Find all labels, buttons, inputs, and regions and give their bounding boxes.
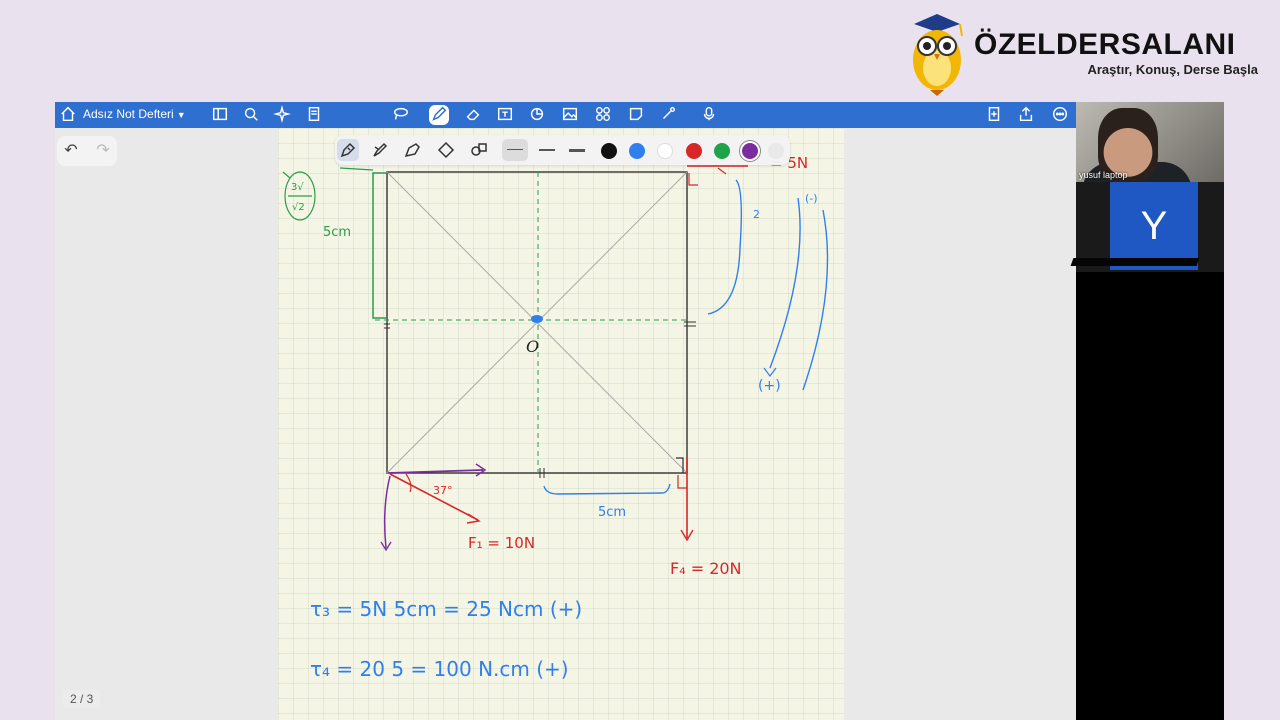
laser-pointer-icon[interactable] [658, 105, 678, 125]
add-page-icon[interactable] [984, 105, 1004, 125]
force-f4-label: F₄ = 20N [670, 559, 742, 578]
eraser-icon[interactable] [463, 105, 483, 125]
color-swatch-light-gray[interactable] [768, 143, 784, 159]
fountain-pen-icon[interactable] [337, 139, 359, 161]
point-label: O [526, 337, 539, 356]
page-indicator: 2 / 3 [63, 690, 101, 708]
stroke-width-medium-button[interactable] [539, 149, 555, 151]
document-icon[interactable] [304, 105, 324, 125]
search-icon[interactable] [241, 105, 261, 125]
share-icon[interactable] [1016, 105, 1036, 125]
note-page[interactable]: O 37° F₁ = 10N F₄ = 20N = 5N 3√ √2 5cm 5… [278, 128, 844, 720]
force-f1-label: F₁ = 10N [468, 534, 535, 552]
sparkle-icon[interactable] [272, 104, 292, 125]
text-tool-icon[interactable] [495, 105, 515, 125]
pen-tool-icon[interactable] [429, 105, 449, 125]
elements-icon[interactable] [593, 105, 613, 125]
owl-mascot-icon [913, 14, 963, 96]
sticky-note-icon[interactable] [626, 105, 646, 125]
image-icon[interactable] [560, 105, 580, 125]
undo-redo-group: ↶ ↷ [57, 136, 117, 166]
center-point [531, 315, 543, 323]
lasso-icon[interactable] [391, 105, 411, 125]
brand-logo: ÖZELDERSALANI Araştır, Konuş, Derse Başl… [900, 8, 1270, 100]
handwritten-sketch: O 37° F₁ = 10N F₄ = 20N = 5N 3√ √2 5cm 5… [282, 154, 829, 681]
ballpoint-pen-icon[interactable] [369, 139, 391, 161]
avatar-initial: Y [1110, 182, 1198, 270]
more-options-icon[interactable] [1050, 105, 1070, 125]
color-swatch-green[interactable] [714, 143, 730, 159]
notebook-title: Adsız Not Defteri [83, 107, 174, 121]
color-swatch-purple[interactable] [742, 143, 758, 159]
notebook-app: Adsız Not Defteri ▼ ↶ ↷ O 37° F₁ = 10N F… [55, 102, 1076, 720]
chevron-down-icon: ▼ [176, 110, 186, 120]
color-swatch-white[interactable] [657, 143, 673, 159]
plus-sign-label: (+) [758, 378, 781, 394]
torque-equation-4: τ₄ = 20 5 = 100 N.cm (+) [310, 657, 569, 681]
stroke-width-thin-button[interactable] [502, 139, 528, 161]
torque-equation-3: τ₃ = 5N 5cm = 25 Ncm (+) [310, 597, 582, 621]
stroke-width-thin-icon [507, 149, 523, 150]
length-bottom-label: 5cm [598, 505, 626, 520]
stroke-width-thick-button[interactable] [569, 149, 585, 152]
name-bar [1070, 258, 1200, 266]
color-swatch-black[interactable] [601, 143, 617, 159]
brand-name: ÖZELDERSALANI [974, 28, 1236, 61]
redo-icon[interactable]: ↷ [93, 141, 113, 161]
brand-tagline: Araştır, Konuş, Derse Başla [1087, 62, 1258, 77]
fraction-top: 3√ [291, 182, 304, 193]
shape-pen-icon[interactable] [468, 139, 490, 161]
participant-name: yusuf laptop [1079, 170, 1128, 180]
microphone-icon[interactable] [699, 105, 719, 125]
color-swatch-red[interactable] [686, 143, 702, 159]
highlighter-icon[interactable] [435, 139, 457, 161]
sidebar-icon[interactable] [210, 105, 230, 125]
length-left-label: 5cm [323, 225, 351, 240]
pen-toolbar [335, 135, 790, 165]
minus-sign-label: (-) [805, 192, 818, 205]
color-swatch-blue[interactable] [629, 143, 645, 159]
participant-camera[interactable]: yusuf laptop [1076, 102, 1224, 182]
undo-icon[interactable]: ↶ [61, 141, 81, 161]
brush-pen-icon[interactable] [402, 139, 424, 161]
top-toolbar: Adsız Not Defteri ▼ [55, 102, 1076, 128]
home-icon[interactable] [58, 105, 78, 125]
notebook-title-dropdown[interactable]: Adsız Not Defteri ▼ [83, 107, 186, 121]
angle-label: 37° [433, 484, 453, 497]
video-call-panel: yusuf laptop Y [1070, 102, 1224, 720]
fraction-bottom: √2 [292, 202, 305, 213]
bracket-label-2: 2 [753, 208, 760, 221]
participant-avatar-tile[interactable]: Y [1070, 182, 1224, 272]
shapes-icon[interactable] [527, 105, 547, 125]
